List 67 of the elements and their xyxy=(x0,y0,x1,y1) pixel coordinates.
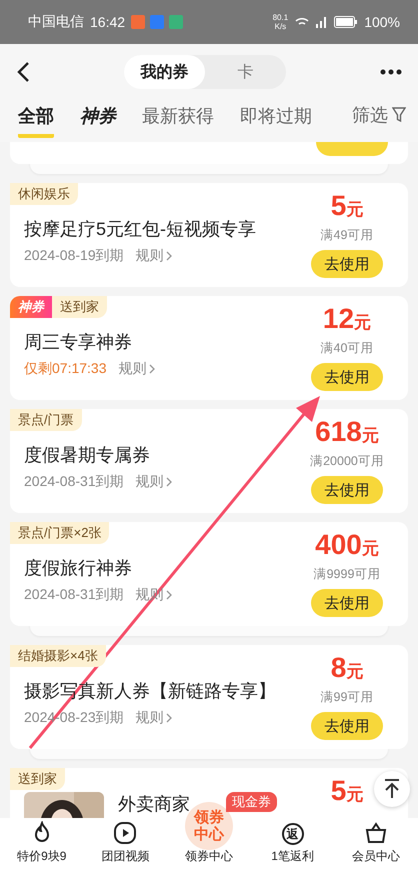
filter-tab[interactable]: 全部 xyxy=(18,104,54,138)
rules-link[interactable]: 规则 xyxy=(118,360,154,378)
use-button[interactable]: 去使用 xyxy=(311,712,383,740)
rules-link[interactable]: 规则 xyxy=(136,247,172,265)
rebate-icon: 返 xyxy=(282,823,304,845)
category-tag: 景点/门票×2张 xyxy=(10,522,110,544)
segment-tab[interactable]: 我的券 xyxy=(124,55,205,89)
category-tag: 送到家 xyxy=(10,768,65,790)
chevron-icon xyxy=(148,364,154,374)
funnel-icon xyxy=(392,107,406,123)
usage-condition: 满40可用 xyxy=(320,340,374,357)
play-icon xyxy=(113,821,138,845)
back-icon[interactable] xyxy=(16,61,30,83)
coupon-amount: 8元 xyxy=(330,653,364,685)
battery-level: 100% xyxy=(364,14,400,30)
category-tag: 休闲娱乐 xyxy=(10,183,78,205)
rules-link[interactable]: 规则 xyxy=(136,709,172,727)
nav-item[interactable]: 领券中心 xyxy=(167,848,251,869)
use-button[interactable]: 去使用 xyxy=(311,589,383,617)
expiry-text: 2024-08-19到期 xyxy=(24,247,124,265)
category-tag: 结婚摄影×4张 xyxy=(10,645,106,667)
basket-icon xyxy=(364,821,388,845)
chevron-icon xyxy=(166,251,172,261)
coupon-amount: 618元 xyxy=(315,417,379,449)
more-icon[interactable] xyxy=(380,69,402,75)
expiry-text: 仅剩07:17:33 xyxy=(24,360,106,378)
filter-tab[interactable]: 神券 xyxy=(80,104,116,138)
use-button[interactable]: 去使用 xyxy=(311,250,383,278)
nav-item[interactable]: 团团视频 xyxy=(84,818,168,869)
usage-condition: 满49可用 xyxy=(320,227,374,244)
nav-item[interactable]: 特价9块9 xyxy=(0,818,84,869)
usage-condition: 满99可用 xyxy=(320,689,374,706)
coupon-amount: 5元 xyxy=(330,776,364,808)
use-button[interactable]: 去使用 xyxy=(311,476,383,504)
coupon-amount: 400元 xyxy=(315,530,379,562)
rules-link[interactable]: 规则 xyxy=(136,473,172,491)
chevron-icon xyxy=(166,477,172,487)
use-button[interactable]: 去使用 xyxy=(311,363,383,391)
coupon-amount: 12元 xyxy=(322,304,372,336)
coupon-title: 按摩足疗5元红包-短视频专享 xyxy=(24,218,258,241)
category-tag: 神券 xyxy=(10,296,52,318)
usage-condition: 满20000可用 xyxy=(310,453,384,470)
chevron-icon xyxy=(166,590,172,600)
signal-icon xyxy=(294,15,328,29)
chevron-icon xyxy=(166,713,172,723)
coupon-title: 度假暑期专属券 xyxy=(24,444,151,467)
category-tag: 景点/门票 xyxy=(10,409,82,431)
coupon-amount: 5元 xyxy=(330,191,364,223)
app-notification-icon xyxy=(131,15,184,29)
coupon-title: 周三专享神券 xyxy=(24,331,133,354)
nav-item[interactable]: 返 1笔返利 xyxy=(250,818,334,869)
up-arrow-icon xyxy=(384,779,400,799)
nav-item[interactable]: 会员中心 xyxy=(334,818,418,869)
cash-coupon-badge: 现金券 xyxy=(226,792,277,812)
expiry-text: 2024-08-31到期 xyxy=(24,473,124,491)
category-tag: 送到家 xyxy=(52,296,107,318)
filter-tab[interactable]: 最新获得 xyxy=(142,104,214,138)
carrier-name: 中国电信 xyxy=(28,13,84,31)
filter-button[interactable]: 筛选 xyxy=(352,103,406,139)
expiry-text: 2024-08-31到期 xyxy=(24,586,124,604)
segment-tab[interactable]: 卡 xyxy=(205,55,286,89)
clock: 16:42 xyxy=(90,14,126,30)
network-speed: 80.1 K/s xyxy=(272,13,288,31)
battery-icon xyxy=(334,16,358,28)
filter-tab[interactable]: 即将过期 xyxy=(240,104,312,138)
coupon-title: 度假旅行神券 xyxy=(24,557,133,580)
usage-condition: 满9999可用 xyxy=(314,566,380,583)
